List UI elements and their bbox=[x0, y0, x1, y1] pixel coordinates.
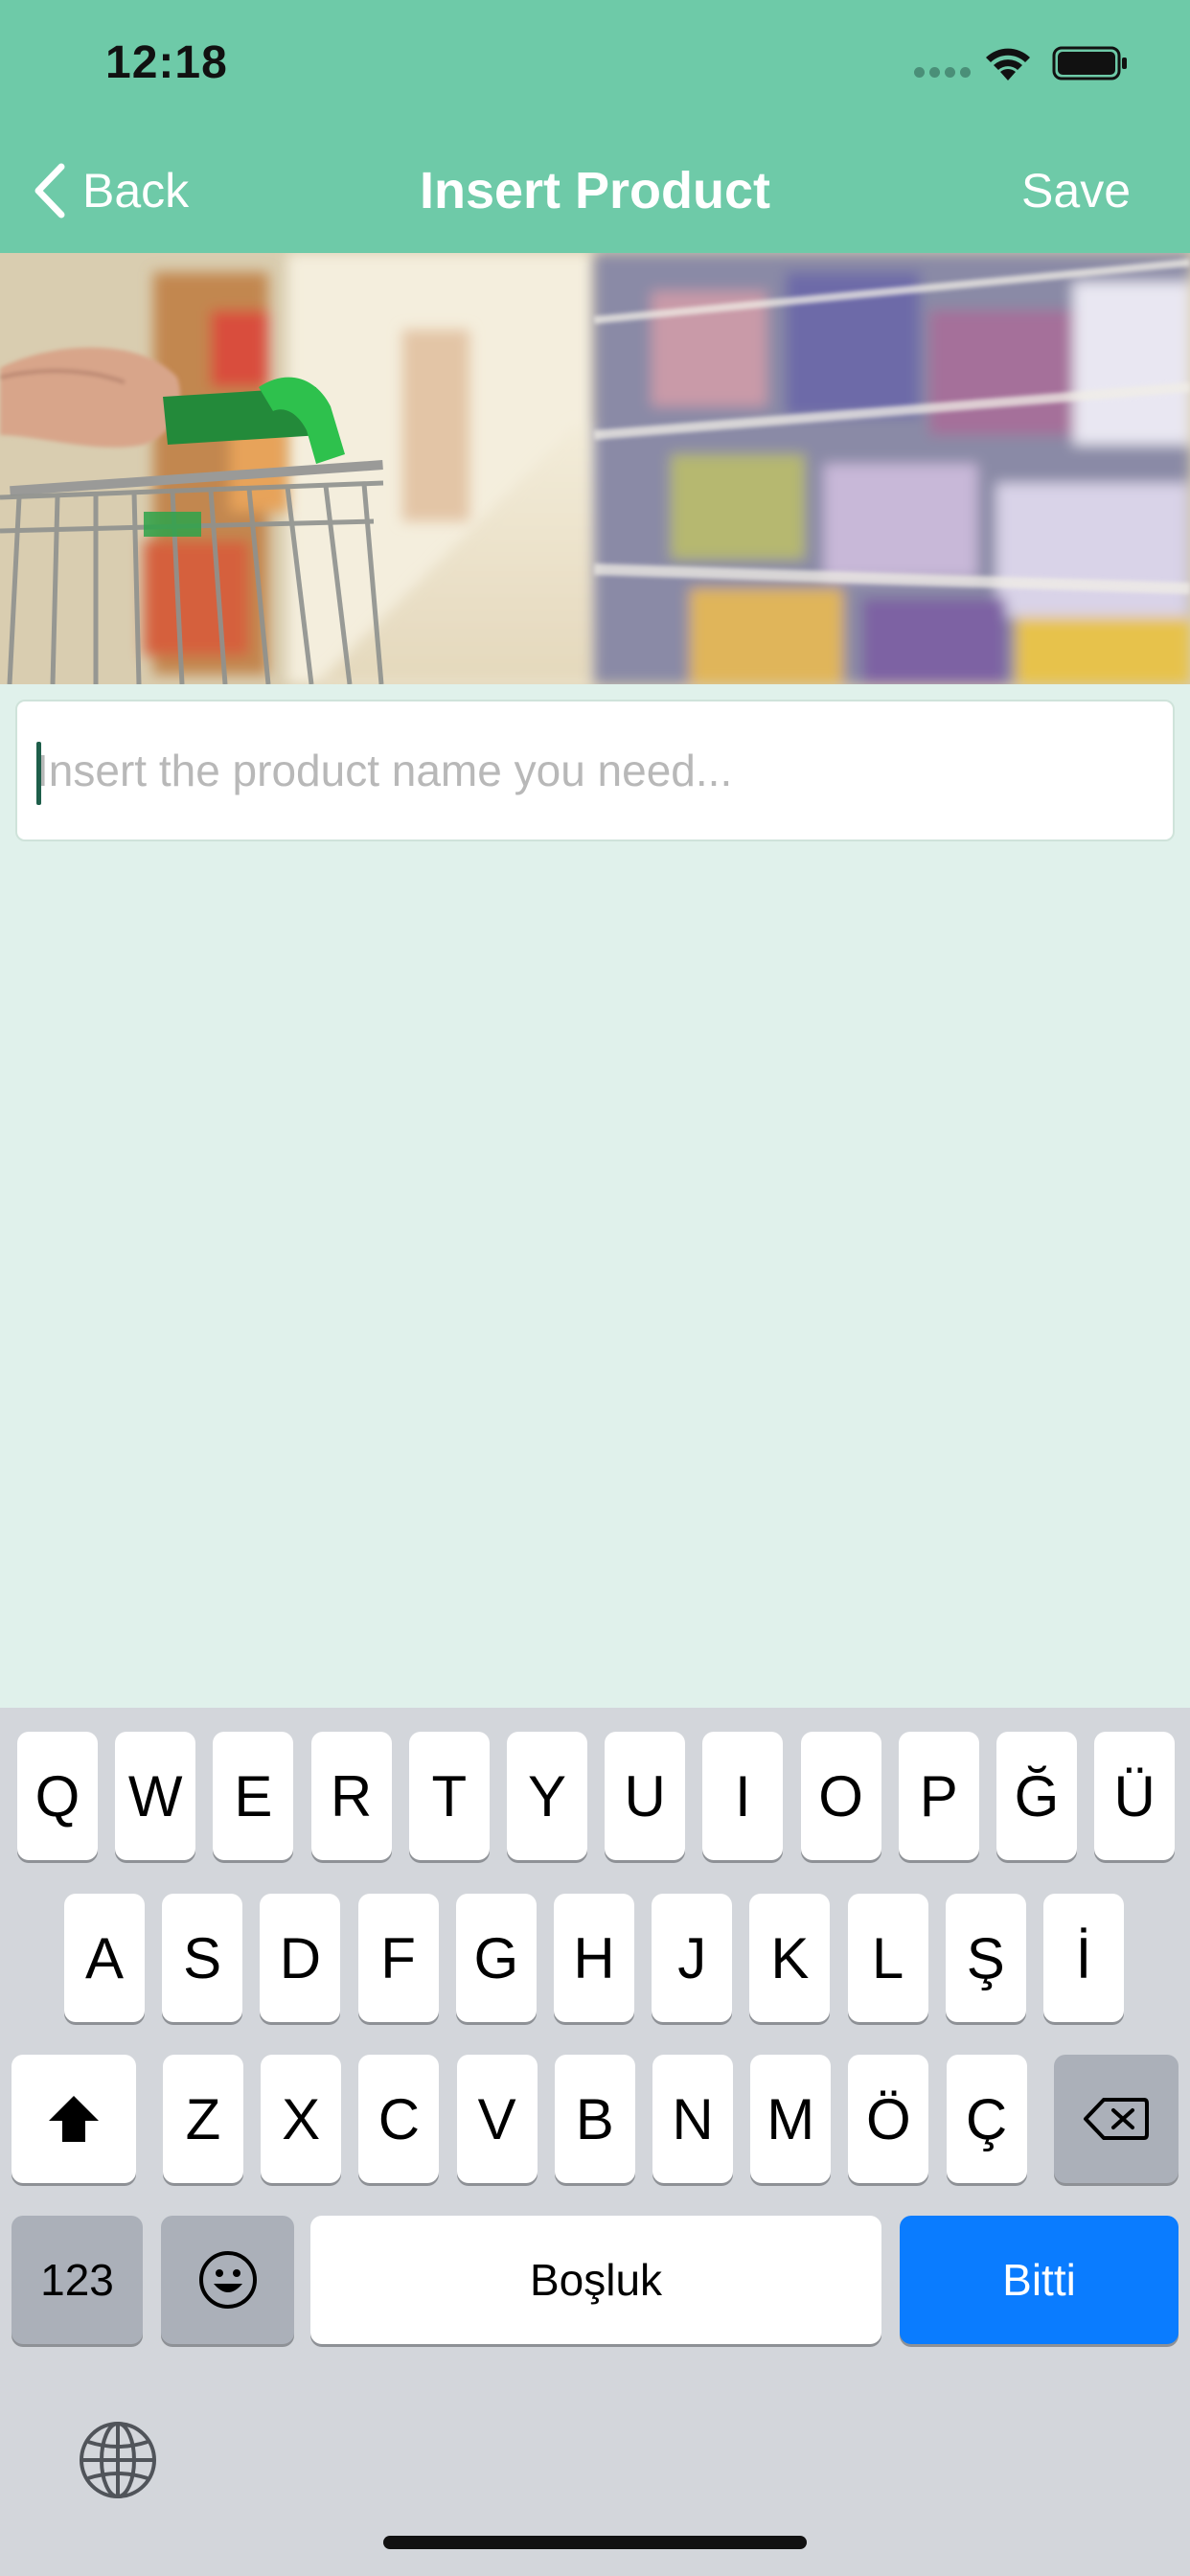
save-button[interactable]: Save bbox=[1021, 157, 1131, 224]
emoji-key[interactable] bbox=[161, 2216, 294, 2344]
key-z[interactable]: Z bbox=[163, 2055, 243, 2183]
key-ö[interactable]: Ö bbox=[848, 2055, 929, 2183]
key-s[interactable]: S bbox=[162, 1894, 243, 2022]
shift-arrow-icon bbox=[49, 2096, 99, 2142]
key-m[interactable]: M bbox=[750, 2055, 832, 2183]
key-n[interactable]: N bbox=[652, 2055, 733, 2183]
key-b[interactable]: B bbox=[554, 2055, 635, 2183]
key-w[interactable]: W bbox=[115, 1732, 196, 1860]
space-key[interactable]: Boşluk bbox=[310, 2216, 881, 2344]
key-x[interactable]: X bbox=[261, 2055, 342, 2183]
delete-key[interactable] bbox=[1054, 2055, 1179, 2183]
numbers-key[interactable]: 123 bbox=[11, 2216, 143, 2344]
supermarket-aisle-image bbox=[0, 253, 1190, 684]
key-t[interactable]: T bbox=[408, 1732, 490, 1860]
globe-icon[interactable] bbox=[77, 2419, 159, 2501]
key-c[interactable]: C bbox=[358, 2055, 440, 2183]
key-ş[interactable]: Ş bbox=[945, 1894, 1026, 2022]
key-e[interactable]: E bbox=[213, 1732, 294, 1860]
key-p[interactable]: P bbox=[898, 1732, 979, 1860]
key-o[interactable]: O bbox=[800, 1732, 881, 1860]
key-v[interactable]: V bbox=[456, 2055, 538, 2183]
back-button[interactable]: Back bbox=[33, 157, 189, 224]
key-ç[interactable]: Ç bbox=[946, 2055, 1027, 2183]
wifi-icon bbox=[986, 48, 1030, 80]
shift-key[interactable] bbox=[11, 2055, 136, 2183]
chevron-left-icon bbox=[34, 163, 65, 218]
key-g[interactable]: G bbox=[455, 1894, 537, 2022]
backspace-icon bbox=[1084, 2098, 1149, 2140]
product-name-field[interactable] bbox=[15, 700, 1175, 841]
key-d[interactable]: D bbox=[260, 1894, 341, 2022]
key-q[interactable]: Q bbox=[17, 1732, 98, 1860]
top-bar: 12:18 Back Insert Product Save bbox=[0, 0, 1190, 253]
key-i[interactable]: I bbox=[702, 1732, 784, 1860]
key-y[interactable]: Y bbox=[507, 1732, 587, 1860]
key-k[interactable]: K bbox=[749, 1894, 831, 2022]
status-time: 12:18 bbox=[105, 37, 228, 88]
key-a[interactable]: A bbox=[64, 1894, 145, 2022]
product-name-input[interactable] bbox=[17, 702, 1173, 840]
key-r[interactable]: R bbox=[310, 1732, 392, 1860]
onscreen-keyboard: QWERTYUIOPĞÜ ASDFGHJKLŞİ ZXCVBNMÖÇ 123 B… bbox=[0, 1708, 1190, 2576]
key-f[interactable]: F bbox=[357, 1894, 439, 2022]
numbers-key-label: 123 bbox=[40, 2255, 114, 2305]
key-h[interactable]: H bbox=[554, 1894, 634, 2022]
smiley-icon bbox=[198, 2251, 257, 2309]
key-i̇[interactable]: İ bbox=[1043, 1894, 1124, 2022]
key-u[interactable]: U bbox=[605, 1732, 686, 1860]
text-caret bbox=[36, 742, 41, 805]
key-ğ[interactable]: Ğ bbox=[996, 1732, 1077, 1860]
key-l[interactable]: L bbox=[847, 1894, 928, 2022]
key-ü[interactable]: Ü bbox=[1094, 1732, 1176, 1860]
home-indicator bbox=[383, 2536, 807, 2549]
battery-icon bbox=[1052, 46, 1127, 80]
back-label: Back bbox=[82, 164, 190, 218]
done-key[interactable]: Bitti bbox=[900, 2216, 1179, 2344]
key-j[interactable]: J bbox=[652, 1894, 733, 2022]
